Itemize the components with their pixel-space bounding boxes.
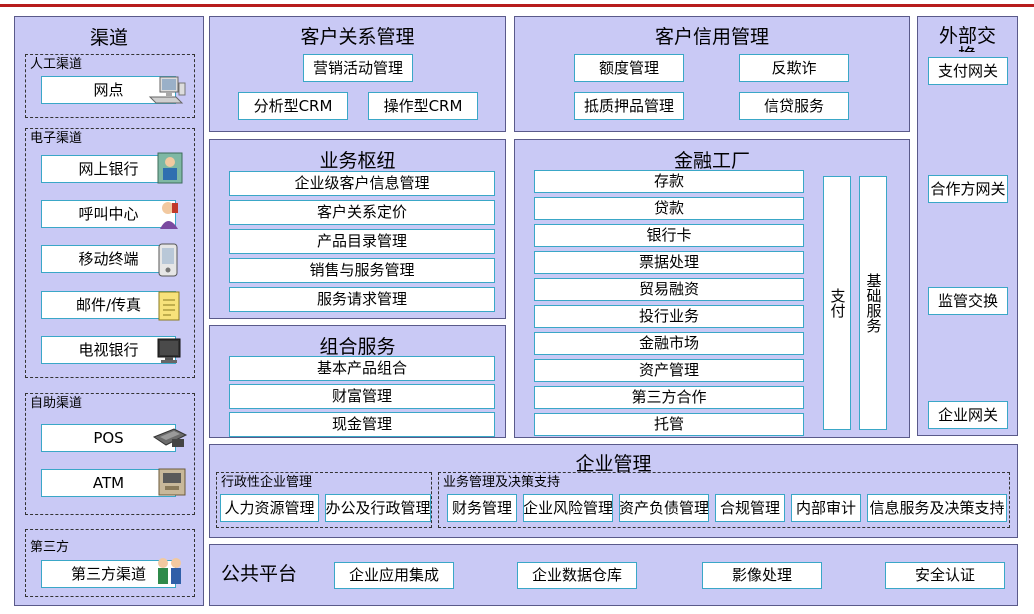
ent-enterprise-risk[interactable]: 企业风险管理 xyxy=(523,494,613,522)
self-service-channel-label: 自助渠道 xyxy=(30,396,83,411)
mobile-device-icon xyxy=(158,243,178,277)
external-exchange-panel: 外部交换 支付网关 合作方网关 监管交换 企业网关 xyxy=(917,16,1018,436)
channel-mail-fax[interactable]: 邮件/传真 xyxy=(41,291,176,319)
hub-enterprise-customer-info[interactable]: 企业级客户信息管理 xyxy=(229,171,495,196)
external-exchange-title: 外部交换 xyxy=(938,26,996,52)
credit-anti-fraud[interactable]: 反欺诈 xyxy=(739,54,849,82)
platform-security-auth[interactable]: 安全认证 xyxy=(885,562,1005,589)
business-hub-title: 业务枢纽 xyxy=(319,150,396,172)
gateway-payment[interactable]: 支付网关 xyxy=(928,57,1008,85)
ent-finance[interactable]: 财务管理 xyxy=(447,494,517,522)
hub-sales-service[interactable]: 销售与服务管理 xyxy=(229,258,495,283)
factory-loan[interactable]: 贷款 xyxy=(534,197,804,220)
admin-management-label: 行政性企业管理 xyxy=(221,475,313,490)
credit-title: 客户信用管理 xyxy=(654,26,769,48)
gateway-enterprise[interactable]: 企业网关 xyxy=(928,401,1008,429)
decision-support-group: 业务管理及决策支持 财务管理 企业风险管理 资产负债管理 合规管理 内部审计 信… xyxy=(438,472,1010,528)
electronic-channel-label: 电子渠道 xyxy=(30,131,83,146)
platform-data-warehouse[interactable]: 企业数据仓库 xyxy=(517,562,637,589)
crm-panel: 客户关系管理 营销活动管理 分析型CRM 操作型CRM xyxy=(209,16,506,132)
top-accent-line xyxy=(0,4,1034,7)
ent-asset-liability[interactable]: 资产负债管理 xyxy=(619,494,709,522)
third-party-channel-label: 第三方 xyxy=(30,540,70,555)
hub-relationship-pricing[interactable]: 客户关系定价 xyxy=(229,200,495,225)
pos-terminal-icon xyxy=(152,428,188,447)
factory-trade-finance[interactable]: 贸易融资 xyxy=(534,278,804,301)
platform-eai[interactable]: 企业应用集成 xyxy=(334,562,454,589)
ent-human-resources[interactable]: 人力资源管理 xyxy=(220,494,319,522)
electronic-channel-group: 电子渠道 网上银行 呼叫中心 移动终端 邮件/传真 电视银行 xyxy=(25,128,195,378)
third-party-channel-group: 第三方 第三方渠道 xyxy=(25,529,195,597)
factory-bank-card[interactable]: 银行卡 xyxy=(534,224,804,247)
enterprise-management-panel: 企业管理 行政性企业管理 人力资源管理 办公及行政管理 业务管理及决策支持 财务… xyxy=(209,444,1018,538)
crm-marketing-campaign[interactable]: 营销活动管理 xyxy=(303,54,413,82)
manual-channel-group: 人工渠道 网点 xyxy=(25,54,195,118)
ent-office-administration[interactable]: 办公及行政管理 xyxy=(325,494,431,522)
gateway-partner[interactable]: 合作方网关 xyxy=(928,175,1008,203)
public-platform-title: 公共平台 xyxy=(221,563,298,585)
combined-services-title: 组合服务 xyxy=(319,336,396,358)
tv-icon xyxy=(157,338,181,363)
combo-cash-management[interactable]: 现金管理 xyxy=(229,412,495,437)
combo-basic-product-bundle[interactable]: 基本产品组合 xyxy=(229,356,495,381)
credit-limit-management[interactable]: 额度管理 xyxy=(574,54,684,82)
factory-base-services[interactable]: 基础服务 xyxy=(859,176,887,430)
financial-factory-panel: 金融工厂 存款 贷款 银行卡 票据处理 贸易融资 投行业务 金融市场 资产管理 … xyxy=(514,139,910,438)
admin-management-group: 行政性企业管理 人力资源管理 办公及行政管理 xyxy=(216,472,432,528)
people-icon xyxy=(158,558,181,584)
crm-analytical[interactable]: 分析型CRM xyxy=(238,92,348,120)
crm-title: 客户关系管理 xyxy=(300,26,415,48)
ent-info-decision-support[interactable]: 信息服务及决策支持 xyxy=(867,494,1007,522)
manual-channel-label: 人工渠道 xyxy=(30,57,83,72)
business-hub-panel: 业务枢纽 企业级客户信息管理 客户关系定价 产品目录管理 销售与服务管理 服务请… xyxy=(209,139,506,319)
platform-image-processing[interactable]: 影像处理 xyxy=(702,562,822,589)
channels-title: 渠道 xyxy=(89,27,128,49)
credit-collateral-management[interactable]: 抵质押品管理 xyxy=(574,92,684,120)
self-service-channel-group: 自助渠道 POS ATM xyxy=(25,393,195,515)
gateway-regulatory-exchange[interactable]: 监管交换 xyxy=(928,287,1008,315)
atm-icon xyxy=(158,468,186,496)
financial-factory-title: 金融工厂 xyxy=(673,150,750,172)
factory-bill-processing[interactable]: 票据处理 xyxy=(534,251,804,274)
hub-product-catalog[interactable]: 产品目录管理 xyxy=(229,229,495,254)
combo-wealth-management[interactable]: 财富管理 xyxy=(229,384,495,409)
factory-payment[interactable]: 支付 xyxy=(823,176,851,430)
credit-loan-service[interactable]: 信贷服务 xyxy=(739,92,849,120)
call-center-icon xyxy=(160,202,178,229)
ent-internal-audit[interactable]: 内部审计 xyxy=(791,494,861,522)
document-icon xyxy=(158,291,180,321)
hub-service-request[interactable]: 服务请求管理 xyxy=(229,287,495,312)
factory-asset-management[interactable]: 资产管理 xyxy=(534,359,804,382)
crm-operational[interactable]: 操作型CRM xyxy=(368,92,478,120)
factory-investment-banking[interactable]: 投行业务 xyxy=(534,305,804,328)
factory-deposit[interactable]: 存款 xyxy=(534,170,804,193)
decision-support-label: 业务管理及决策支持 xyxy=(443,475,561,490)
ent-compliance[interactable]: 合规管理 xyxy=(715,494,785,522)
factory-financial-markets[interactable]: 金融市场 xyxy=(534,332,804,355)
factory-third-party-cooperation[interactable]: 第三方合作 xyxy=(534,386,804,409)
channels-panel: 渠道 人工渠道 网点 电子渠道 网上银行 呼叫中心 移动终端 邮件/传真 电视银… xyxy=(14,16,204,606)
credit-panel: 客户信用管理 额度管理 反欺诈 抵质押品管理 信贷服务 xyxy=(514,16,910,132)
channel-atm[interactable]: ATM xyxy=(41,469,176,497)
online-user-icon xyxy=(157,152,183,184)
combined-services-panel: 组合服务 基本产品组合 财富管理 现金管理 xyxy=(209,325,506,438)
factory-custody[interactable]: 托管 xyxy=(534,413,804,436)
channel-mobile[interactable]: 移动终端 xyxy=(41,245,176,273)
computer-icon xyxy=(148,76,186,104)
public-platform-panel: 公共平台 企业应用集成 企业数据仓库 影像处理 安全认证 xyxy=(209,544,1018,606)
